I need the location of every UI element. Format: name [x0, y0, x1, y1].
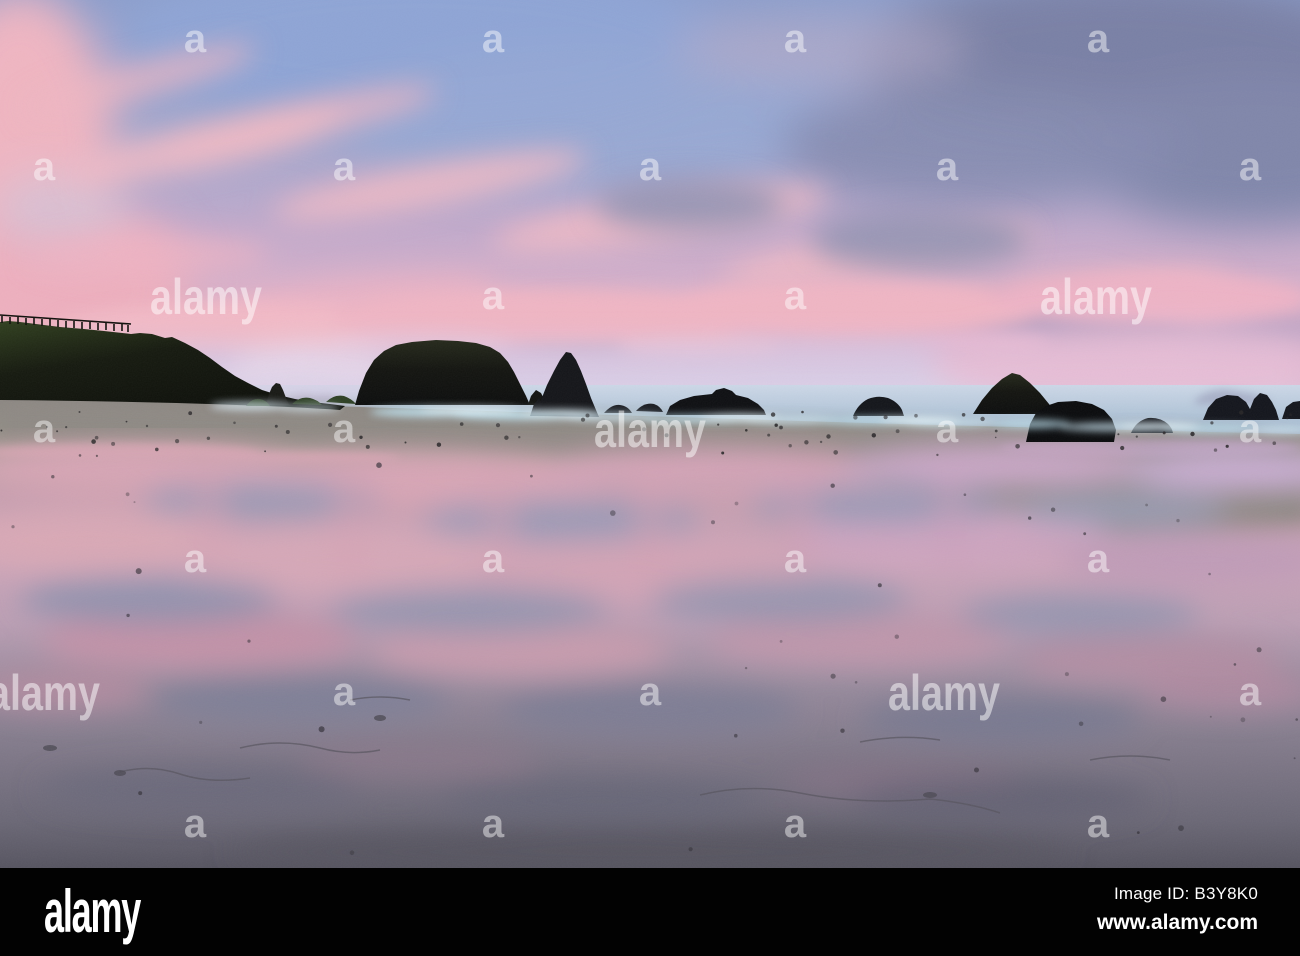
watermark-a-mark: a — [1239, 670, 1262, 714]
watermark-a-mark: a — [784, 17, 807, 61]
beach-photo: a a a a a a a a a a a a a a a a a a a a a a a a a a alamy alamy alam… — [0, 0, 1300, 868]
stock-photo-page: a a a a a a a a a a a a a a a a a a a a a a a a a a alamy alamy alam… — [0, 0, 1300, 956]
watermark-a-mark: a — [1087, 537, 1110, 581]
watermark-a-mark: a — [639, 670, 662, 714]
watermark-brand-text: alamy — [594, 402, 706, 458]
watermark-a-mark: a — [936, 145, 959, 189]
watermark-brand-text: alamy — [0, 665, 100, 721]
watermark-a-mark: a — [1087, 802, 1110, 846]
watermark-a-mark: a — [333, 145, 356, 189]
watermark-a-mark: a — [1239, 407, 1262, 451]
watermark-a-mark: a — [1239, 145, 1262, 189]
alamy-footer-bar: alamy Image ID: B3Y8K0 www.alamy.com — [0, 868, 1300, 956]
watermark-a-mark: a — [639, 145, 662, 189]
watermark-a-mark: a — [184, 17, 207, 61]
watermark-a-mark: a — [784, 802, 807, 846]
image-id-text: Image ID: B3Y8K0 — [1114, 884, 1258, 903]
watermark-a-mark: a — [33, 407, 56, 451]
watermark-a-mark: a — [333, 407, 356, 451]
watermark-a-mark: a — [784, 274, 807, 318]
website-text: www.alamy.com — [1096, 911, 1258, 934]
watermark-a-mark: a — [184, 537, 207, 581]
watermark-a-mark: a — [936, 407, 959, 451]
watermark-brand-text: alamy — [150, 269, 262, 325]
watermark-a-mark: a — [482, 17, 505, 61]
watermark-a-mark: a — [33, 145, 56, 189]
watermark-a-mark: a — [1087, 17, 1110, 61]
alamy-logo: alamy — [44, 878, 141, 945]
watermark-a-mark: a — [784, 537, 807, 581]
watermark-brand-text: alamy — [1040, 269, 1152, 325]
watermark-a-mark: a — [184, 802, 207, 846]
watermark-a-mark: a — [482, 274, 505, 318]
watermark-brand-text: alamy — [888, 665, 1000, 721]
watermark-a-mark: a — [482, 537, 505, 581]
watermark-a-mark: a — [482, 802, 505, 846]
watermark-a-mark: a — [333, 670, 356, 714]
